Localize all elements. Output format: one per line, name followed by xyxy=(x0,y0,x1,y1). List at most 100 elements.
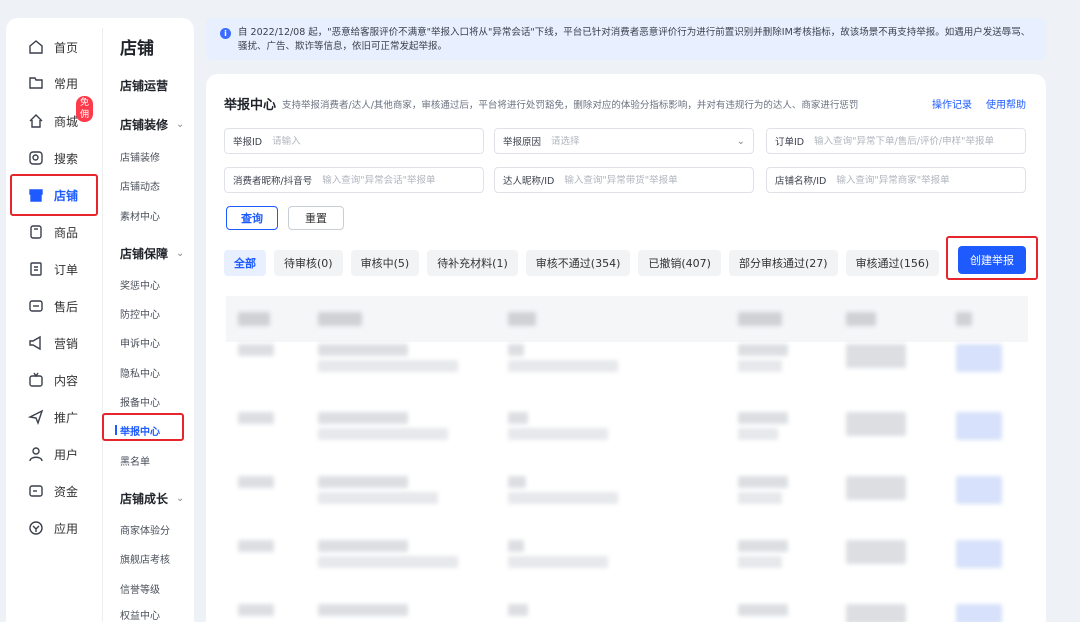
query-button[interactable]: 查询 xyxy=(226,206,278,230)
submenu-group-guarantee[interactable]: 店铺保障 ⌄ xyxy=(120,245,184,262)
consumer-nickname-input[interactable] xyxy=(322,174,475,186)
blurred-cell xyxy=(318,556,458,568)
home-icon xyxy=(28,39,44,55)
blurred-cell xyxy=(738,556,782,568)
submenu-item[interactable]: 店铺装修 xyxy=(120,149,160,164)
submenu-item[interactable]: 旗舰店考核 xyxy=(120,551,170,566)
blurred-cell xyxy=(956,344,1002,372)
consumer-nickname-field[interactable]: 消费者昵称/抖音号 xyxy=(224,167,484,193)
nav-item-home[interactable]: 首页 xyxy=(28,34,78,60)
submenu-item[interactable]: 奖惩中心 xyxy=(120,277,160,292)
nav-label: 常用 xyxy=(54,76,79,91)
blurred-cell xyxy=(846,344,906,368)
user-icon xyxy=(28,446,44,462)
report-reason-select[interactable] xyxy=(551,135,733,147)
blurred-cell xyxy=(318,312,362,326)
nav-label: 内容 xyxy=(54,373,79,388)
submenu-item[interactable]: 隐私中心 xyxy=(120,365,160,380)
blurred-cell xyxy=(956,604,1002,622)
nav-item-mall[interactable]: 商城 免佣 xyxy=(28,96,94,134)
report-reason-field[interactable]: 举报原因 ⌄ xyxy=(494,128,754,154)
nav-item-search[interactable]: 搜索 xyxy=(28,145,78,171)
wallet-icon xyxy=(28,483,44,499)
submenu-item[interactable]: 报备中心 xyxy=(120,394,160,409)
submenu-item[interactable]: 权益中心 xyxy=(120,607,160,622)
shop-name-field[interactable]: 店铺名称/ID xyxy=(766,167,1026,193)
submenu-item[interactable]: 申诉中心 xyxy=(120,335,160,350)
blurred-cell xyxy=(238,412,274,424)
nav-item-apps[interactable]: 应用 xyxy=(28,515,78,541)
shop-name-input[interactable] xyxy=(836,174,1017,186)
nav-label: 搜索 xyxy=(54,151,79,166)
tab-partially-approved[interactable]: 部分审核通过(27) xyxy=(728,250,838,276)
nav-item-content[interactable]: 内容 xyxy=(28,367,78,393)
promo-badge: 免佣 xyxy=(76,96,94,122)
blurred-cell xyxy=(738,476,788,488)
nav-label: 售后 xyxy=(54,299,79,314)
nav-item-aftersale[interactable]: 售后 xyxy=(28,293,78,319)
submenu-item[interactable]: 黑名单 xyxy=(120,453,150,468)
tab-rejected[interactable]: 审核不通过(354) xyxy=(525,250,631,276)
submenu-item[interactable]: 素材中心 xyxy=(120,208,160,223)
nav-label: 资金 xyxy=(54,484,79,499)
nav-item-funds[interactable]: 资金 xyxy=(28,478,78,504)
folder-icon xyxy=(28,75,44,91)
nav-item-common[interactable]: 常用 xyxy=(28,70,78,96)
blurred-cell xyxy=(238,312,270,326)
blurred-cell xyxy=(508,344,524,356)
highlight-report-center xyxy=(102,413,184,441)
page-title: 举报中心 xyxy=(224,98,277,113)
field-label: 订单ID xyxy=(775,137,805,148)
goods-icon xyxy=(28,224,44,240)
blurred-cell xyxy=(956,540,1002,568)
tab-need-materials[interactable]: 待补充材料(1) xyxy=(427,250,518,276)
tab-all[interactable]: 全部 xyxy=(224,250,266,276)
blurred-cell xyxy=(238,344,274,356)
nav-item-goods[interactable]: 商品 xyxy=(28,219,78,245)
blurred-cell xyxy=(508,604,528,616)
blurred-cell xyxy=(318,428,448,440)
order-icon xyxy=(28,261,44,277)
reset-button[interactable]: 重置 xyxy=(288,206,344,230)
submenu-item[interactable]: 店铺动态 xyxy=(120,178,160,193)
store-icon xyxy=(28,113,44,129)
field-label: 举报原因 xyxy=(503,137,542,148)
blurred-cell xyxy=(508,428,608,440)
nav-item-order[interactable]: 订单 xyxy=(28,256,78,282)
blurred-cell xyxy=(956,412,1002,440)
blurred-cell xyxy=(508,540,524,552)
group-label: 店铺成长 xyxy=(120,492,169,506)
report-id-input[interactable] xyxy=(272,135,475,147)
tab-revoked[interactable]: 已撤销(407) xyxy=(638,250,721,276)
submenu-group-operation[interactable]: 店铺运营 xyxy=(120,77,168,94)
blurred-cell xyxy=(508,360,618,372)
submenu-item[interactable]: 信誉等级 xyxy=(120,581,160,596)
blurred-cell xyxy=(318,344,408,356)
field-label: 达人昵称/ID xyxy=(503,176,555,187)
order-id-input[interactable] xyxy=(814,135,1017,147)
help-link[interactable]: 使用帮助 xyxy=(986,96,1026,111)
blurred-cell xyxy=(238,540,274,552)
operation-log-link[interactable]: 操作记录 xyxy=(932,96,972,111)
submenu-group-decor[interactable]: 店铺装修 ⌄ xyxy=(120,116,184,133)
nav-item-marketing[interactable]: 营销 xyxy=(28,330,78,356)
nav-label: 商品 xyxy=(54,225,79,240)
tab-pending[interactable]: 待审核(0) xyxy=(274,250,343,276)
blurred-cell xyxy=(738,412,788,424)
tab-reviewing[interactable]: 审核中(5) xyxy=(350,250,420,276)
tab-approved[interactable]: 审核通过(156) xyxy=(845,250,940,276)
order-id-field[interactable]: 订单ID xyxy=(766,128,1026,154)
nav-item-user[interactable]: 用户 xyxy=(28,441,78,467)
creator-nickname-field[interactable]: 达人昵称/ID xyxy=(494,167,754,193)
search-icon xyxy=(28,150,44,166)
creator-nickname-input[interactable] xyxy=(564,174,745,186)
nav-divider xyxy=(102,28,103,622)
blurred-cell xyxy=(238,604,274,616)
nav-item-promote[interactable]: 推广 xyxy=(28,404,78,430)
submenu-item[interactable]: 防控中心 xyxy=(120,306,160,321)
submenu-item[interactable]: 商家体验分 xyxy=(120,522,170,537)
report-id-field[interactable]: 举报ID xyxy=(224,128,484,154)
blurred-cell xyxy=(318,604,408,616)
nav-label: 用户 xyxy=(54,447,79,462)
submenu-group-growth[interactable]: 店铺成长 ⌄ xyxy=(120,490,184,507)
